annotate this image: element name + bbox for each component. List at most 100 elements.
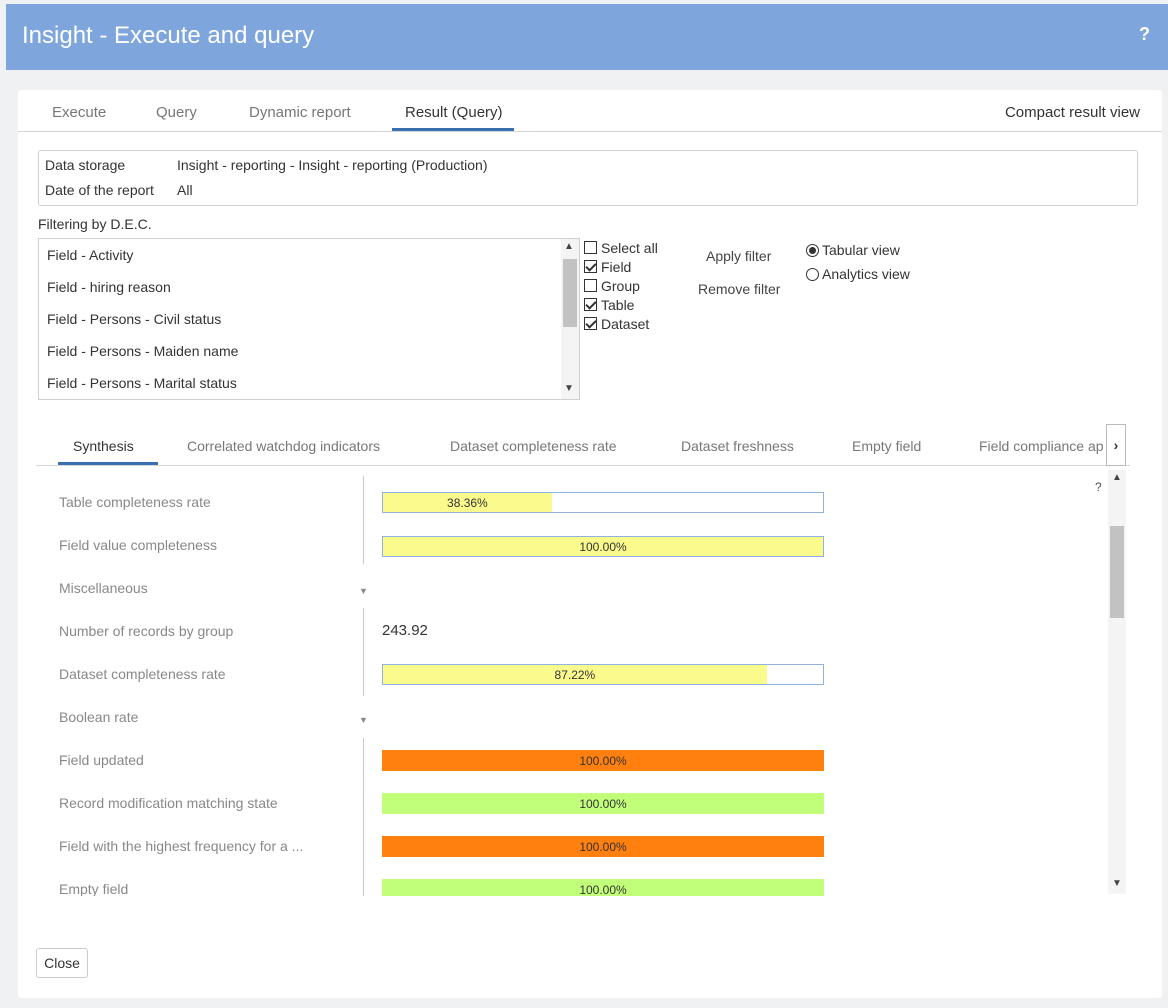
radio-icon[interactable]: [806, 267, 819, 281]
checkbox-checked-icon[interactable]: [584, 317, 597, 330]
radio-tabular-view[interactable]: Tabular view: [806, 238, 910, 262]
list-scrollbar[interactable]: ▲ ▼: [561, 239, 579, 399]
checkbox-select-all[interactable]: Select all: [584, 238, 658, 257]
list-item[interactable]: Field - Persons - Marital status: [47, 375, 237, 391]
tab-correlated-watchdog-indicators[interactable]: Correlated watchdog indicators: [187, 438, 380, 454]
group-label-miscellaneous[interactable]: Miscellaneous: [59, 580, 148, 596]
divider: [363, 608, 364, 696]
report-date-row: Date of the report All: [45, 182, 193, 198]
row-label-record-modification: Record modification matching state: [59, 795, 278, 811]
list-item[interactable]: Field - Persons - Civil status: [47, 311, 221, 327]
checkbox-group[interactable]: Group: [584, 276, 658, 295]
tab-field-compliance[interactable]: Field compliance ap: [979, 438, 1104, 454]
row-label-table-completeness-rate: Table completeness rate: [59, 494, 211, 510]
list-item[interactable]: Field - Activity: [47, 247, 133, 263]
checkbox-label: Select all: [601, 239, 658, 256]
record-modification-bar: 100.00%: [382, 793, 824, 814]
scroll-down-icon[interactable]: ▼: [1112, 878, 1122, 889]
tab-empty-field[interactable]: Empty field: [852, 438, 921, 454]
row-label-dataset-completeness-rate: Dataset completeness rate: [59, 666, 226, 682]
records-by-group-value: 243.92: [382, 622, 428, 639]
list-item[interactable]: Field - Persons - Maiden name: [47, 343, 238, 359]
tab-result-query[interactable]: Result (Query): [405, 104, 503, 121]
window-title-bar: Insight - Execute and query ?: [6, 4, 1168, 70]
radio-selected-icon[interactable]: [806, 243, 819, 257]
top-tab-bar: Execute Query Dynamic report Result (Que…: [18, 90, 1162, 132]
checkbox-table[interactable]: Table: [584, 295, 658, 314]
field-value-completeness-bar: 100.00%: [382, 536, 824, 557]
caret-down-icon[interactable]: ▼: [359, 715, 368, 725]
row-label-empty-field: Empty field: [59, 881, 129, 896]
scroll-up-icon[interactable]: ▲: [1112, 472, 1122, 483]
scroll-down-icon[interactable]: ▼: [564, 383, 574, 394]
tab-execute[interactable]: Execute: [52, 104, 106, 121]
radio-label: Analytics view: [822, 266, 910, 282]
scrollbar-thumb[interactable]: [1110, 526, 1124, 618]
close-button[interactable]: Close: [36, 948, 88, 978]
scrollbar-thumb[interactable]: [563, 259, 577, 327]
result-tab-bar: Synthesis Correlated watchdog indicators…: [36, 420, 1130, 466]
synthesis-rows: Table completeness rate 38.36% Field val…: [18, 476, 1128, 896]
data-storage-row: Data storage Insight - reporting - Insigh…: [45, 157, 487, 173]
checkbox-icon[interactable]: [584, 279, 597, 292]
main-panel: Execute Query Dynamic report Result (Que…: [18, 90, 1162, 998]
radio-analytics-view[interactable]: Analytics view: [806, 262, 910, 286]
chevron-right-icon: ›: [1113, 437, 1119, 453]
checkbox-dataset[interactable]: Dataset: [584, 314, 658, 333]
remove-filter-button[interactable]: Remove filter: [698, 281, 780, 297]
divider: [363, 476, 364, 564]
active-tab-indicator: [392, 128, 514, 131]
data-storage-value: Insight - reporting - Insight - reportin…: [177, 157, 488, 173]
report-date-value: All: [177, 182, 193, 198]
radio-label: Tabular view: [822, 242, 900, 258]
results-scrollbar[interactable]: ▲ ▼: [1108, 470, 1126, 894]
table-completeness-bar: 38.36%: [382, 492, 824, 513]
bar-value: 100.00%: [579, 839, 627, 854]
tab-dynamic-report[interactable]: Dynamic report: [249, 104, 351, 121]
group-label-boolean-rate[interactable]: Boolean rate: [59, 709, 138, 725]
compact-result-view-link[interactable]: Compact result view: [1005, 104, 1140, 121]
bar-value: 100.00%: [579, 539, 627, 554]
checkbox-label: Field: [601, 258, 632, 275]
scroll-up-icon[interactable]: ▲: [564, 241, 574, 252]
active-subtab-indicator: [58, 462, 158, 465]
checkbox-label: Dataset: [601, 315, 650, 332]
tab-dataset-freshness[interactable]: Dataset freshness: [681, 438, 794, 454]
row-label-highest-frequency: Field with the highest frequency for a .…: [59, 838, 304, 854]
view-mode-radios: Tabular view Analytics view: [806, 238, 910, 286]
bar-value: 100.00%: [579, 882, 627, 897]
highest-frequency-bar: 100.00%: [382, 836, 824, 857]
tabs-next-button[interactable]: ›: [1106, 424, 1126, 466]
row-label-field-updated: Field updated: [59, 752, 144, 768]
report-date-label: Date of the report: [45, 182, 154, 198]
list-item[interactable]: Field - hiring reason: [47, 279, 171, 295]
tab-query[interactable]: Query: [156, 104, 197, 121]
help-icon[interactable]: ?: [1139, 24, 1150, 45]
row-label-records-by-group: Number of records by group: [59, 623, 234, 639]
window-title: Insight - Execute and query: [22, 22, 315, 49]
divider: [363, 738, 364, 896]
checkbox-label: Group: [601, 277, 640, 294]
filter-checkboxes: Select all Field Group Table Dataset: [584, 238, 658, 333]
field-updated-bar: 100.00%: [382, 750, 824, 771]
checkbox-field[interactable]: Field: [584, 257, 658, 276]
row-label-field-value-completeness: Field value completeness: [59, 537, 217, 553]
dec-filter-list[interactable]: Field - Activity Field - hiring reason F…: [38, 238, 580, 400]
checkbox-label: Table: [601, 296, 635, 313]
bar-value: 100.00%: [579, 796, 627, 811]
empty-field-bar: 100.00%: [382, 879, 824, 896]
report-info-box: Data storage Insight - reporting - Insigh…: [38, 150, 1138, 206]
dataset-completeness-bar: 87.22%: [382, 664, 824, 685]
bar-value: 38.36%: [447, 495, 488, 510]
bar-value: 87.22%: [554, 667, 596, 682]
apply-filter-button[interactable]: Apply filter: [706, 248, 771, 264]
checkbox-icon[interactable]: [584, 241, 597, 254]
filter-title: Filtering by D.E.C.: [38, 216, 152, 232]
checkbox-checked-icon[interactable]: [584, 298, 597, 311]
data-storage-label: Data storage: [45, 157, 126, 173]
tab-dataset-completeness-rate[interactable]: Dataset completeness rate: [450, 438, 617, 454]
caret-down-icon[interactable]: ▼: [359, 586, 368, 596]
tab-synthesis[interactable]: Synthesis: [73, 438, 134, 454]
checkbox-checked-icon[interactable]: [584, 260, 597, 273]
bar-value: 100.00%: [579, 753, 627, 768]
